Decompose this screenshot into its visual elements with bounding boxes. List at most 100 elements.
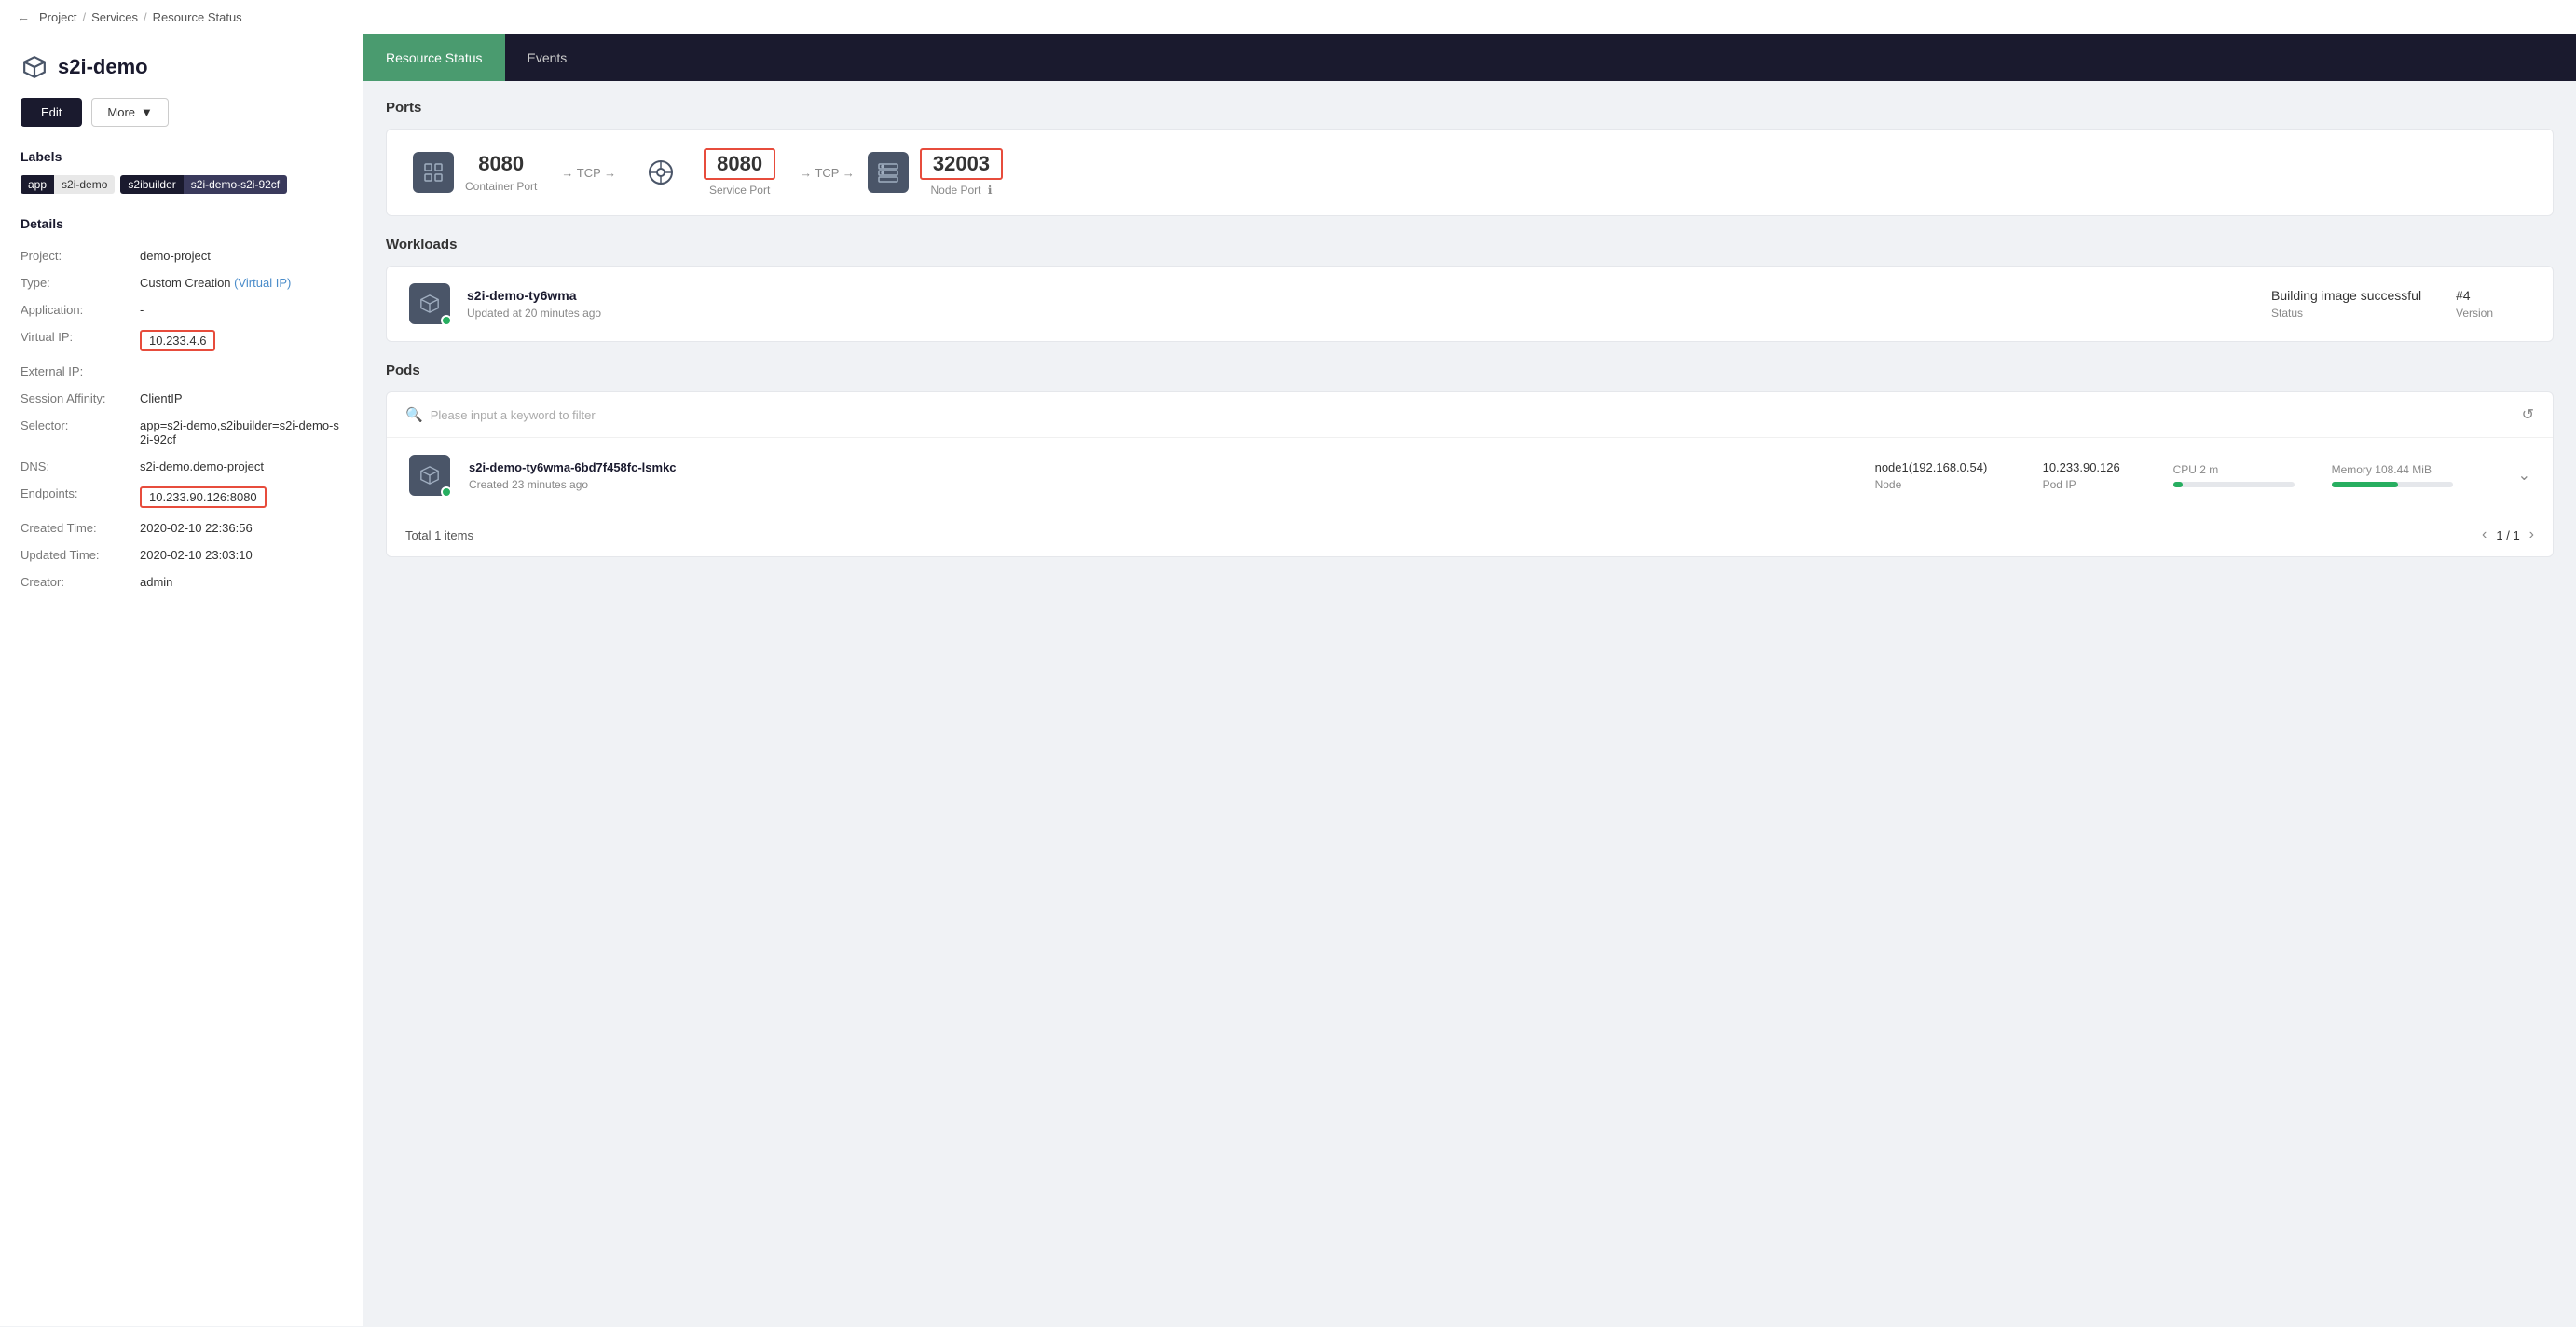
sidebar: s2i-demo Edit More ▼ Labels app s2i-demo… — [0, 34, 363, 1326]
node-port-block: 32003 Node Port ℹ — [920, 148, 1003, 197]
service-port-number: 8080 — [704, 148, 775, 180]
workload-icon — [409, 283, 450, 324]
node-port-label: Node Port ℹ — [930, 184, 992, 197]
arrow2: → TCP → — [800, 166, 855, 180]
detail-external-ip: External IP: — [21, 358, 342, 385]
workload-status-label: Status — [2271, 307, 2439, 320]
detail-updated-time: Updated Time: 2020-02-10 23:03:10 — [21, 541, 342, 568]
pod-ip-label: Pod IP — [2043, 478, 2155, 491]
pod-expand-button[interactable]: ⌄ — [2518, 466, 2530, 485]
pods-footer: Total 1 items ‹ 1 / 1 › — [387, 513, 2553, 556]
pod-memory-label: Memory 108.44 MiB — [2332, 463, 2500, 476]
filter-placeholder: Please input a keyword to filter — [431, 408, 596, 422]
detail-session-affinity: Session Affinity: ClientIP — [21, 385, 342, 412]
workload-version-num: #4 — [2456, 288, 2530, 303]
labels-title: Labels — [21, 149, 342, 164]
container-port-number: 8080 — [478, 152, 524, 176]
labels-row: app s2i-demo s2ibuilder s2i-demo-s2i-92c… — [21, 175, 342, 194]
workloads-section-header: Workloads — [386, 237, 2554, 253]
app-title-row: s2i-demo — [21, 53, 342, 81]
detail-selector: Selector: app=s2i-demo,s2ibuilder=s2i-de… — [21, 412, 342, 453]
node-port-number: 32003 — [920, 148, 1003, 180]
breadcrumb-current: Resource Status — [153, 10, 242, 24]
breadcrumb-sep2: / — [144, 10, 147, 24]
service-port-block: 8080 Service Port — [704, 148, 775, 197]
pagination: ‹ 1 / 1 › — [2482, 527, 2534, 543]
workload-item: s2i-demo-ty6wma Updated at 20 minutes ag… — [387, 267, 2553, 341]
pod-ip-value: 10.233.90.126 — [2043, 460, 2155, 474]
network-icon — [640, 152, 681, 193]
detail-type: Type: Custom Creation (Virtual IP) — [21, 269, 342, 296]
detail-created-time: Created Time: 2020-02-10 22:36:56 — [21, 514, 342, 541]
detail-application: Application: - — [21, 296, 342, 323]
ports-card: 8080 Container Port → TCP → — [386, 129, 2554, 216]
details-section: Details Project: demo-project Type: Cust… — [21, 216, 342, 595]
detail-creator: Creator: admin — [21, 568, 342, 595]
pod-item: s2i-demo-ty6wma-6bd7f458fc-lsmkc Created… — [387, 438, 2553, 513]
workload-time: Updated at 20 minutes ago — [467, 307, 2254, 320]
total-items: Total 1 items — [405, 528, 473, 542]
label-s2ibuilder: s2ibuilder s2i-demo-s2i-92cf — [120, 175, 287, 194]
pods-section-header: Pods — [386, 363, 2554, 378]
container-port-icon — [413, 152, 454, 193]
chevron-down-icon: ▼ — [141, 105, 153, 119]
labels-section: Labels app s2i-demo s2ibuilder s2i-demo-… — [21, 149, 342, 194]
more-button[interactable]: More ▼ — [91, 98, 169, 127]
tab-events[interactable]: Events — [505, 34, 590, 81]
sidebar-actions: Edit More ▼ — [21, 98, 342, 127]
tab-bar: Resource Status Events — [363, 34, 2576, 81]
content-area: Resource Status Events Ports — [363, 34, 2576, 1326]
info-icon: ℹ — [988, 184, 993, 197]
breadcrumb-project[interactable]: Project — [39, 10, 76, 24]
pod-cpu-label: CPU 2 m — [2173, 463, 2313, 476]
prev-page-button[interactable]: ‹ — [2482, 527, 2487, 543]
details-title: Details — [21, 216, 342, 231]
workload-info: s2i-demo-ty6wma Updated at 20 minutes ag… — [467, 288, 2254, 320]
pod-status-dot — [441, 486, 452, 498]
container-port-label: Container Port — [465, 180, 537, 193]
memory-progress-fill — [2332, 482, 2399, 487]
workload-version: #4 Version — [2456, 288, 2530, 320]
pod-node-label: Node — [1875, 478, 2024, 491]
next-page-button[interactable]: › — [2529, 527, 2534, 543]
breadcrumb: ← Project / Services / Resource Status — [0, 0, 2576, 34]
arrow1: → TCP → — [561, 166, 616, 180]
pod-name[interactable]: s2i-demo-ty6wma-6bd7f458fc-lsmkc — [469, 460, 1857, 474]
app-name: s2i-demo — [58, 55, 148, 79]
server-icon — [868, 152, 909, 193]
container-port-block: 8080 Container Port — [465, 152, 537, 193]
label-app: app s2i-demo — [21, 175, 115, 194]
workload-name[interactable]: s2i-demo-ty6wma — [467, 288, 2254, 303]
breadcrumb-services[interactable]: Services — [91, 10, 138, 24]
workload-status: Building image successful Status — [2271, 288, 2439, 320]
workloads-card: s2i-demo-ty6wma Updated at 20 minutes ag… — [386, 266, 2554, 342]
pod-node-name: node1(192.168.0.54) — [1875, 460, 2024, 474]
memory-progress-bg — [2332, 482, 2453, 487]
pods-card: 🔍 Please input a keyword to filter ↺ — [386, 391, 2554, 557]
filter-input-area[interactable]: 🔍 Please input a keyword to filter — [405, 406, 596, 423]
detail-dns: DNS: s2i-demo.demo-project — [21, 453, 342, 480]
detail-virtual-ip: Virtual IP: 10.233.4.6 — [21, 323, 342, 358]
workload-status-text: Building image successful — [2271, 288, 2439, 303]
app-icon — [21, 53, 48, 81]
service-port-label: Service Port — [709, 184, 770, 197]
content-body: Ports 8080 Container Port — [363, 81, 2576, 1326]
refresh-icon[interactable]: ↺ — [2522, 405, 2534, 424]
search-icon: 🔍 — [405, 406, 423, 423]
detail-project: Project: demo-project — [21, 242, 342, 269]
workload-status-dot — [441, 315, 452, 326]
pod-node: node1(192.168.0.54) Node — [1875, 460, 2024, 491]
pod-info: s2i-demo-ty6wma-6bd7f458fc-lsmkc Created… — [469, 460, 1857, 491]
pods-filter-bar: 🔍 Please input a keyword to filter ↺ — [387, 392, 2553, 438]
edit-button[interactable]: Edit — [21, 98, 82, 127]
tab-resource-status[interactable]: Resource Status — [363, 34, 505, 81]
cpu-progress-bg — [2173, 482, 2295, 487]
pod-icon — [409, 455, 450, 496]
breadcrumb-sep1: / — [82, 10, 86, 24]
back-button[interactable]: ← — [17, 9, 30, 24]
cpu-progress-fill — [2173, 482, 2183, 487]
pod-ip: 10.233.90.126 Pod IP — [2043, 460, 2155, 491]
detail-endpoints: Endpoints: 10.233.90.126:8080 — [21, 480, 342, 514]
pod-memory: Memory 108.44 MiB — [2332, 463, 2500, 487]
pod-time: Created 23 minutes ago — [469, 478, 1857, 491]
